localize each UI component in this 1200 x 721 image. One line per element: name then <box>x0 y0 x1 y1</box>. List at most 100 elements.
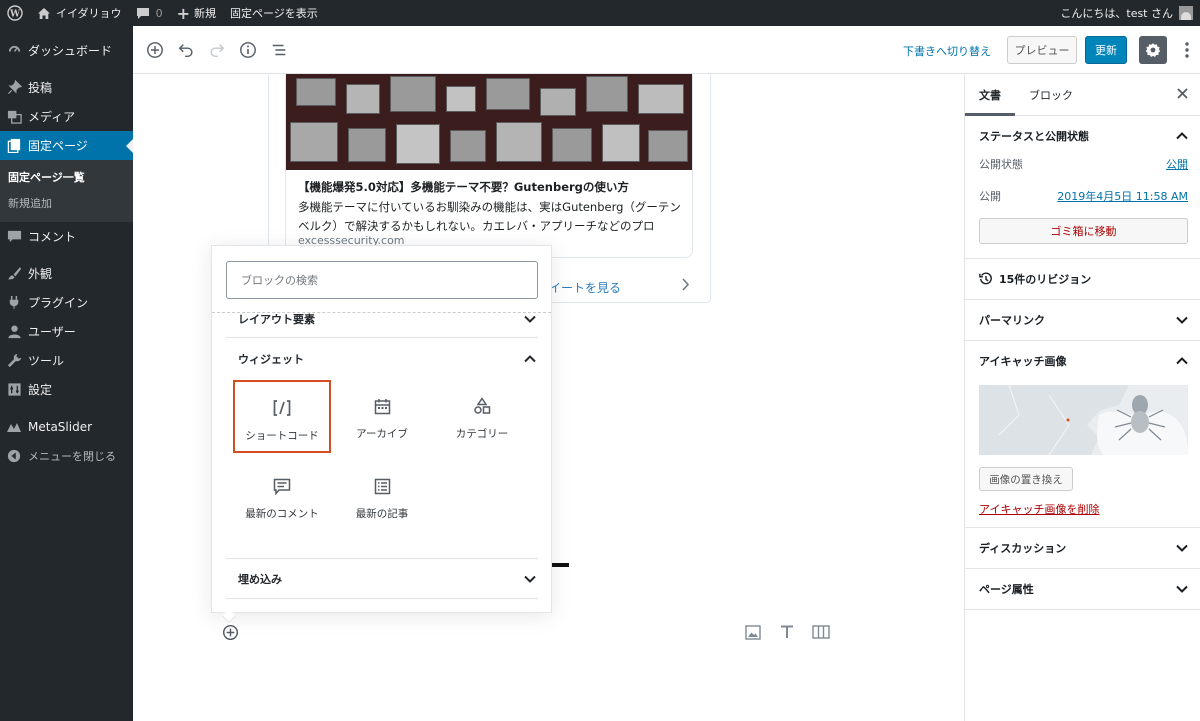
featured-image-panel-toggle[interactable]: アイキャッチ画像 <box>965 341 1200 381</box>
undo-button[interactable] <box>170 34 201 65</box>
metaslider-icon <box>6 419 22 435</box>
image-icon <box>745 624 761 640</box>
panel-title: ステータスと公開状態 <box>979 130 1089 143</box>
revisions-link[interactable]: 15件のリビジョン <box>965 259 1200 299</box>
view-tweet-link[interactable]: イートを見る <box>549 279 621 296</box>
settings-tabs: 文書 ブロック <box>965 74 1200 116</box>
plug-icon <box>6 295 22 311</box>
block-categories[interactable]: カテゴリー <box>433 380 531 453</box>
block-latest-comments[interactable]: 最新のコメント <box>233 460 331 533</box>
panel-layout-toggle[interactable]: レイアウト要素 <box>226 309 538 329</box>
block-search-input[interactable] <box>226 261 538 299</box>
sidebar-item-label: 外観 <box>28 267 53 281</box>
panel-widgets-toggle[interactable]: ウィジェット <box>226 349 538 369</box>
my-account[interactable]: こんにちは、test さん <box>1053 0 1200 26</box>
settings-toggle-button[interactable] <box>1139 36 1167 64</box>
page-attributes-panel-toggle[interactable]: ページ属性 <box>965 569 1200 609</box>
sidebar-collapse-menu[interactable]: メニューを閉じる <box>0 441 133 470</box>
publish-date-link[interactable]: 2019年4月5日 11:58 AM <box>1057 188 1188 204</box>
permalink-panel-toggle[interactable]: パーマリンク <box>965 300 1200 340</box>
image-block-button[interactable] <box>743 623 763 641</box>
text-icon <box>781 625 793 638</box>
avatar <box>1179 6 1193 20</box>
replace-image-button[interactable]: 画像の置き換え <box>979 467 1073 491</box>
panel-title: ウィジェット <box>238 353 304 366</box>
sidebar-item-label: 固定ページ <box>28 139 88 153</box>
block-label: アーカイブ <box>356 428 408 440</box>
view-page-link[interactable]: 固定ページを表示 <box>223 0 325 26</box>
block-navigation-button[interactable] <box>263 34 294 65</box>
sidebar-item-metaslider[interactable]: MetaSlider <box>0 412 133 441</box>
block-list: レイアウト要素 ウィジェット ショートコード アーカイブ カテゴリー 最新のコメ… <box>212 312 551 612</box>
featured-image-preview[interactable] <box>979 385 1188 455</box>
tab-block[interactable]: ブロック <box>1015 74 1087 116</box>
wordpress-icon: W <box>7 5 23 21</box>
chevron-down-icon <box>1176 542 1188 555</box>
home-icon <box>38 7 50 19</box>
move-to-trash-button[interactable]: ゴミ箱に移動 <box>979 218 1188 244</box>
panel-embeds-toggle[interactable]: 埋め込み <box>226 569 538 589</box>
inline-add-block-button[interactable] <box>221 623 239 641</box>
sidebar-item-pages[interactable]: 固定ページ <box>0 131 133 160</box>
sidebar-item-label: プラグイン <box>28 296 89 310</box>
sidebar-item-plugins[interactable]: プラグイン <box>0 288 133 317</box>
card-thumbnail <box>286 74 692 170</box>
tab-document[interactable]: 文書 <box>965 74 1015 116</box>
redo-button[interactable] <box>201 34 232 65</box>
block-shortcode[interactable]: ショートコード <box>233 380 331 453</box>
comments-link[interactable]: 0 <box>129 0 170 26</box>
comments-count: 0 <box>155 6 163 20</box>
plus-circle-icon <box>146 41 163 58</box>
page-icon <box>6 138 22 154</box>
sidebar-item-media[interactable]: メディア <box>0 102 133 131</box>
sidebar-item-posts[interactable]: 投稿 <box>0 73 133 102</box>
chevron-up-icon <box>522 351 538 367</box>
sidebar-item-comments[interactable]: コメント <box>0 222 133 251</box>
heading-block-button[interactable] <box>777 623 797 641</box>
block-latest-posts[interactable]: 最新の記事 <box>333 460 431 533</box>
more-tools-button[interactable] <box>1177 36 1197 64</box>
chevron-down-icon <box>1176 583 1188 596</box>
wrench-icon <box>6 353 22 369</box>
update-button[interactable]: 更新 <box>1085 36 1127 64</box>
close-icon[interactable] <box>1177 87 1188 103</box>
sidebar-item-tools[interactable]: ツール <box>0 346 133 375</box>
block-archives[interactable]: アーカイブ <box>333 380 431 453</box>
page-attributes-panel: ページ属性 <box>965 569 1200 610</box>
sidebar-item-label: ツール <box>28 354 65 368</box>
add-block-button[interactable] <box>139 34 170 65</box>
user-icon <box>6 324 22 340</box>
discussion-panel-toggle[interactable]: ディスカッション <box>965 528 1200 568</box>
status-panel: ステータスと公開状態 公開状態 公開 公開 2019年4月5日 11:58 AM… <box>965 116 1200 259</box>
sidebar-item-users[interactable]: ユーザー <box>0 317 133 346</box>
sidebar-item-dashboard[interactable]: ダッシュボード <box>0 36 133 65</box>
submenu-add-new[interactable]: 新規追加 <box>0 190 133 216</box>
submenu-all-pages[interactable]: 固定ページ一覧 <box>0 164 133 190</box>
pages-submenu: 固定ページ一覧 新規追加 <box>0 160 133 222</box>
gear-icon <box>1145 43 1161 57</box>
calendar-icon <box>372 396 392 416</box>
wordpress-logo[interactable]: W <box>0 0 30 26</box>
visibility-label: 公開状態 <box>979 158 1023 171</box>
undo-icon <box>178 43 193 57</box>
list-view-icon <box>272 44 285 55</box>
panel-divider <box>226 558 538 559</box>
columns-block-button[interactable] <box>811 623 831 641</box>
site-name-link[interactable]: イイダリョウ <box>30 0 129 26</box>
switch-to-draft-link[interactable]: 下書きへ切り替え <box>903 43 991 59</box>
new-content-link[interactable]: + 新規 <box>170 0 223 26</box>
block-label: カテゴリー <box>455 428 509 440</box>
sidebar-item-settings[interactable]: 設定 <box>0 375 133 404</box>
visibility-value-link[interactable]: 公開 <box>1166 156 1188 172</box>
brush-icon <box>6 266 22 282</box>
block-label: ショートコード <box>245 430 319 442</box>
content-info-button[interactable] <box>232 34 263 65</box>
chevron-up-icon <box>1176 355 1188 368</box>
more-vertical-icon <box>1185 42 1189 58</box>
block-inserter-popover: レイアウト要素 ウィジェット ショートコード アーカイブ カテゴリー 最新のコメ… <box>211 245 552 624</box>
link-card[interactable]: 【機能爆発5.0対応】多機能テーマ不要？Gutenbergの使い方 多機能テーマ… <box>285 74 693 258</box>
settings-sidebar: 文書 ブロック ステータスと公開状態 公開状態 公開 公開 2019年4月5日 … <box>965 74 1200 721</box>
remove-featured-image-link[interactable]: アイキャッチ画像を削除 <box>979 501 1099 517</box>
preview-button[interactable]: プレビュー <box>1007 36 1077 64</box>
sidebar-item-appearance[interactable]: 外観 <box>0 259 133 288</box>
